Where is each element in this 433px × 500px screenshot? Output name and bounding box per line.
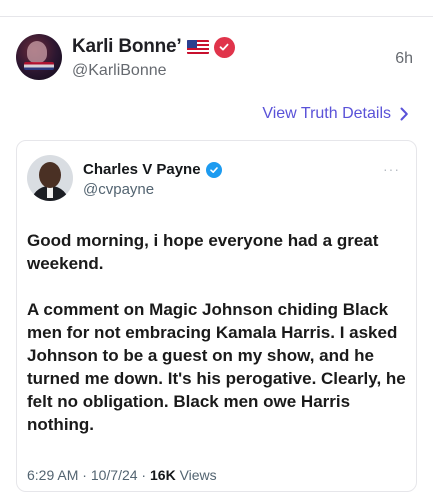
post-time[interactable]: 6:29 AM (27, 467, 78, 483)
author-name[interactable]: Karli Bonne’ (72, 36, 182, 58)
quoted-author-name[interactable]: Charles V Payne (83, 161, 201, 178)
view-truth-details-link[interactable]: View Truth Details (262, 105, 409, 123)
more-options-icon[interactable]: ··· (383, 161, 400, 177)
quoted-avatar[interactable] (27, 155, 73, 201)
post-meta: 6:29 AM · 10/7/24 · 16K Views (27, 467, 217, 483)
meta-separator: · (78, 467, 91, 483)
quoted-post-card[interactable]: Charles V Payne @cvpayne ··· Good mornin… (16, 140, 417, 492)
post-date[interactable]: 10/7/24 (91, 467, 138, 483)
author-name-row: Karli Bonne’ (72, 36, 235, 58)
avatar[interactable] (16, 34, 62, 80)
meta-separator: · (137, 467, 150, 483)
quoted-name-row: Charles V Payne (83, 161, 222, 178)
chevron-right-icon (400, 107, 408, 121)
post-time: 6h (395, 50, 413, 67)
top-divider (0, 16, 433, 17)
verified-badge-icon (205, 161, 222, 178)
view-truth-details-label: View Truth Details (262, 105, 391, 122)
views-label: Views (175, 467, 217, 483)
post-paragraph: Good morning, i hope everyone had a grea… (27, 231, 379, 273)
quoted-post-text: Good morning, i hope everyone had a grea… (27, 229, 407, 436)
views-count[interactable]: 16K (150, 467, 176, 483)
post-paragraph: A comment on Magic Johnson chiding Black… (27, 300, 406, 434)
verified-badge-icon (213, 36, 235, 58)
us-flag-icon (186, 40, 209, 54)
author-handle[interactable]: @KarliBonne (72, 62, 167, 80)
quoted-author-handle[interactable]: @cvpayne (83, 181, 154, 198)
truth-header: Karli Bonne’ @KarliBonne 6h (16, 34, 421, 84)
